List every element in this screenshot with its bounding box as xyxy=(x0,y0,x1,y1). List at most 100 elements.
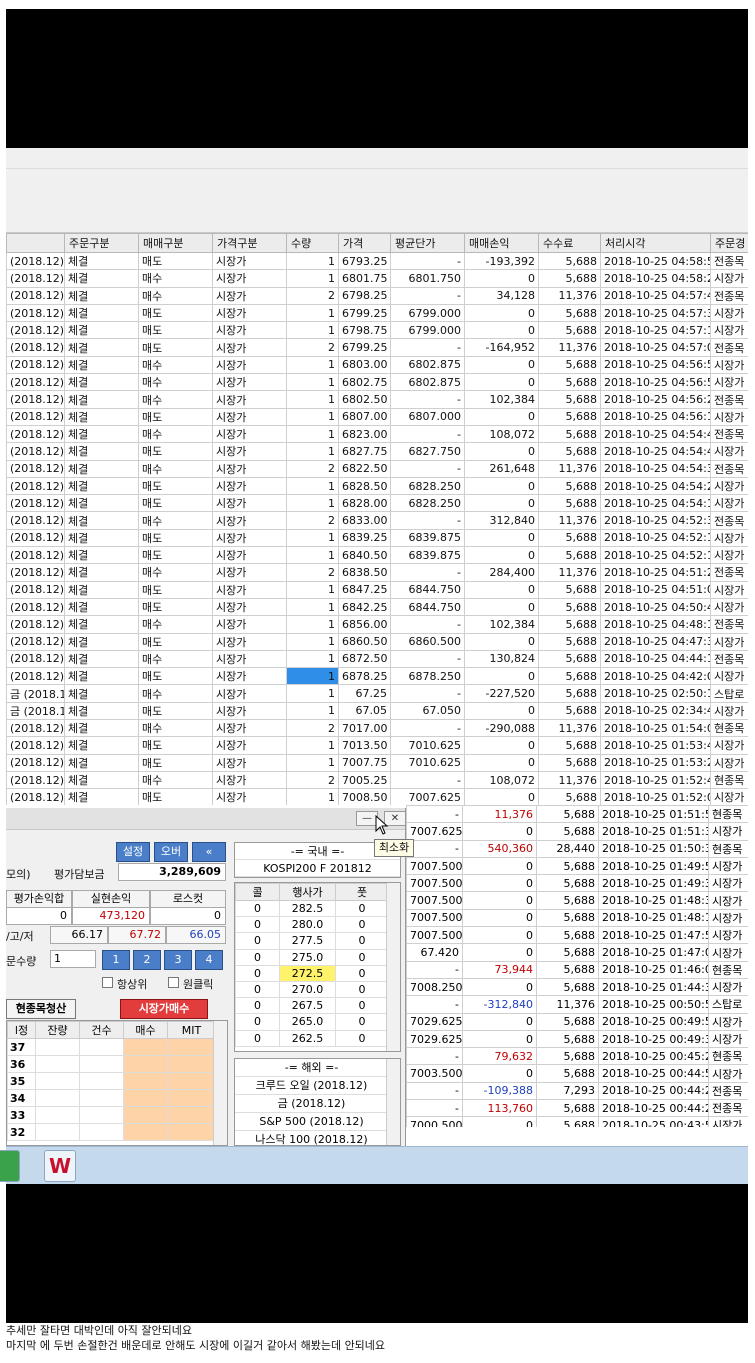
col-header-price-type[interactable]: 가격구분 xyxy=(212,233,287,253)
option-row[interactable]: 0 272.5 0 xyxy=(235,964,389,982)
table-row[interactable]: (2018.12) 체결 매도 시장가 1 6807.00 6807.000 0 5,688 20… xyxy=(6,407,748,426)
table-row[interactable]: (2018.12) 체결 매수 시장가 2 7017.00- -290,088 11,376 2… xyxy=(6,719,748,738)
order-qty-input[interactable]: 1 xyxy=(50,950,96,968)
option-call[interactable]: 0 xyxy=(235,899,280,918)
option-row[interactable]: 0 280.0 0 xyxy=(235,916,389,934)
qty-preset-3[interactable]: 3 xyxy=(164,950,192,970)
col-header-pnl[interactable]: 매매손익 xyxy=(464,233,539,253)
option-put[interactable]: 0 xyxy=(335,964,389,982)
table-row[interactable]: (2018.12) 체결 매도 시장가 1 6847.25 6844.750 0 5,688 20… xyxy=(6,580,748,599)
table-row[interactable]: (2018.12) 체결 매수 시장가 2 6798.25-34,128 11,376 201… xyxy=(6,286,748,305)
col-header-price[interactable]: 가격 xyxy=(338,233,391,253)
option-call[interactable]: 0 xyxy=(235,932,280,950)
col-header-time[interactable]: 처리시각 xyxy=(600,233,711,253)
overseas-item-sp500[interactable]: S&P 500 (2018.12) xyxy=(235,1113,388,1131)
trade-history-grid-lower[interactable]: -11,376 5,688 2018-10-25 01:51:58 현종목 7007.6… xyxy=(406,805,748,1127)
option-row[interactable]: 0 282.5 0 xyxy=(235,899,389,918)
order-book-count[interactable] xyxy=(79,1055,124,1073)
qty-preset-4[interactable]: 4 xyxy=(195,950,223,970)
col-header-order-type[interactable]: 주문구분 xyxy=(64,233,139,253)
table-row[interactable]: 7007.500 0 5,688 2018-10-25 01:49:56 시장가 xyxy=(406,856,748,876)
option-call[interactable]: 0 xyxy=(235,964,280,982)
table-row[interactable]: -11,376 5,688 2018-10-25 01:51:58 현종목 xyxy=(406,805,748,824)
order-book-buy-cell[interactable] xyxy=(123,1089,168,1107)
order-book-count[interactable] xyxy=(79,1106,124,1124)
order-book-remain[interactable] xyxy=(35,1038,80,1056)
table-row[interactable]: 금 (2018.12)체결매수시장가167.25--227,5205,68820… xyxy=(6,684,748,703)
table-row[interactable]: (2018.12) 체결 매도 시장가 2 6799.25- -164,952 11,376 2… xyxy=(6,338,748,357)
option-put[interactable]: 0 xyxy=(335,932,389,950)
one-click-checkbox[interactable] xyxy=(168,977,179,988)
table-row[interactable]: (2018.12) 체결 매도 시장가 1 6828.50 6828.250 0 5,688 20… xyxy=(6,476,748,496)
market-buy-button[interactable]: 시장가매수 xyxy=(120,999,208,1019)
option-row[interactable]: 0 270.0 0 xyxy=(235,980,389,999)
table-row[interactable]: (2018.12) 체결 매수 시장가 1 6856.00-102,384 5,688 201… xyxy=(6,615,748,634)
option-call[interactable]: 0 xyxy=(235,980,280,999)
option-put[interactable]: 0 xyxy=(335,997,389,1015)
ob-button[interactable]: 오버 xyxy=(154,842,188,862)
options-chain-grid[interactable]: 콜 행사가 풋 0 282.5 0 0 280.0 0 0 277.5 0 0 275.0 0 0 272… xyxy=(234,882,401,1052)
table-row[interactable]: 67.420 0 5,688 2018-10-25 01:47:07 시장가 xyxy=(406,943,748,962)
table-row[interactable]: (2018.12) 체결 매도 시장가 1 7013.50 7010.625 0 5,688 20… xyxy=(6,736,748,755)
trade-history-grid[interactable]: 주문구분 매매구분 가격구분 수량 가격 평균단가 매매손익 수수료 처리시각 … xyxy=(6,233,748,805)
liquidate-position-button[interactable]: 현종목청산 xyxy=(6,999,76,1019)
order-book-row[interactable]: 35 xyxy=(7,1072,216,1090)
table-row[interactable]: 7007.500 0 5,688 2018-10-25 01:48:16 시장가 xyxy=(406,908,748,928)
table-row[interactable]: -113,760 5,688 2018-10-25 00:44:26 전종목 xyxy=(406,1099,748,1118)
option-put[interactable]: 0 xyxy=(335,916,389,934)
table-row[interactable]: (2018.12) 체결 매수 시장가 1 6823.00-108,072 5,688 201… xyxy=(6,424,748,444)
order-book-remain[interactable] xyxy=(35,1123,80,1141)
table-row[interactable]: 7000.500 0 5,688 2018-10-25 00:43:57 시장가 xyxy=(406,1116,748,1127)
qty-preset-1[interactable]: 1 xyxy=(102,950,130,970)
table-row[interactable]: (2018.12) 체결 매도 시장가 1 6827.75 6827.750 0 5,688 20… xyxy=(6,442,748,461)
col-header-side[interactable]: 매매구분 xyxy=(138,233,213,253)
options-scrollbar[interactable] xyxy=(386,883,400,1051)
order-book-mit-cell[interactable] xyxy=(167,1072,216,1090)
settings-button[interactable]: 설정 xyxy=(116,842,150,862)
taskbar-app-icon-w[interactable]: W xyxy=(44,1150,76,1182)
table-row[interactable]: (2018.12) 체결 매수 시장가 2 6822.50-261,648 11,376 20… xyxy=(6,459,748,478)
order-book-buy-cell[interactable] xyxy=(123,1072,168,1090)
table-row[interactable]: (2018.12) 체결 매도 시장가 1 6860.50 6860.500 0 5,688 20… xyxy=(6,632,748,651)
option-put[interactable]: 0 xyxy=(335,1029,389,1047)
table-row[interactable]: (2018.12) 체결 매수 시장가 2 6833.00-312,840 11,376 20… xyxy=(6,511,748,530)
table-row[interactable]: - -312,840 11,376 2018-10-25 00:50:51 스탑로 xyxy=(406,995,748,1014)
order-book-row[interactable]: 36 xyxy=(7,1055,216,1073)
option-put[interactable]: 0 xyxy=(335,899,389,918)
order-book-mit-cell[interactable] xyxy=(167,1089,216,1107)
table-row[interactable]: (2018.12) 체결 매수 시장가 1 6802.75 6802.875 0 5,688 20… xyxy=(6,373,748,392)
domestic-instrument[interactable]: KOSPI200 F 201812 xyxy=(235,860,400,877)
order-book-row[interactable]: 33 xyxy=(7,1106,216,1124)
table-row[interactable]: 7008.250 0 5,688 2018-10-25 01:44:37 시장가 xyxy=(406,977,748,997)
option-row[interactable]: 0 265.0 0 xyxy=(235,1013,389,1031)
order-book-count[interactable] xyxy=(79,1072,124,1090)
col-header-qty[interactable]: 수량 xyxy=(286,233,339,253)
overseas-scrollbar[interactable] xyxy=(386,1059,400,1145)
order-book-buy-cell[interactable] xyxy=(123,1123,168,1141)
order-book-remain[interactable] xyxy=(35,1106,80,1124)
option-row[interactable]: 0 277.5 0 xyxy=(235,932,389,950)
order-book-grid[interactable]: l정 잔량 건수 매수 MIT 37 36 35 34 33 32 xyxy=(6,1020,228,1146)
overseas-item-gold[interactable]: 금 (2018.12) xyxy=(235,1095,388,1113)
collapse-panel-button[interactable]: « xyxy=(192,842,226,862)
overseas-item-crude[interactable]: 크루드 오일 (2018.12) xyxy=(235,1077,388,1095)
order-book-mit-cell[interactable] xyxy=(167,1106,216,1124)
order-book-mit-cell[interactable] xyxy=(167,1055,216,1073)
table-row[interactable]: (2018.12) 체결 매도 시장가 1 6839.25 6839.875 0 5,688 20… xyxy=(6,528,748,548)
option-row[interactable]: 0 262.5 0 xyxy=(235,1029,389,1047)
col-header-avg-price[interactable]: 평균단가 xyxy=(390,233,465,253)
table-row[interactable]: -79,632 5,688 2018-10-25 00:45:20 현종목 xyxy=(406,1047,748,1066)
table-row[interactable]: (2018.12) 체결 매도 시장가 1 6840.50 6839.875 0 5,688 20… xyxy=(6,546,748,565)
option-call[interactable]: 0 xyxy=(235,948,280,966)
order-book-row[interactable]: 34 xyxy=(7,1089,216,1107)
col-header-order-cond[interactable]: 주문경 xyxy=(710,233,748,253)
table-row[interactable]: 금 (2018.12)체결매도시장가167.0567.05005,6882018… xyxy=(6,701,748,721)
overseas-item-nasdaq[interactable]: 나스닥 100 (2018.12) xyxy=(235,1131,388,1145)
order-book-buy-cell[interactable] xyxy=(123,1055,168,1073)
order-book-row[interactable]: 32 xyxy=(7,1123,216,1141)
table-row[interactable]: 7029.625 0 5,688 2018-10-25 00:49:30 시장가 xyxy=(406,1029,748,1049)
order-book-buy-cell[interactable] xyxy=(123,1106,168,1124)
table-row[interactable]: (2018.12) 체결 매도 시장가 1 7008.50 7007.625 0 5,688 20… xyxy=(6,788,748,805)
order-book-mit-cell[interactable] xyxy=(167,1038,216,1056)
table-row[interactable]: (2018.12) 체결 매도 시장가 1 6793.25- -193,392 5,688 20… xyxy=(6,251,748,271)
